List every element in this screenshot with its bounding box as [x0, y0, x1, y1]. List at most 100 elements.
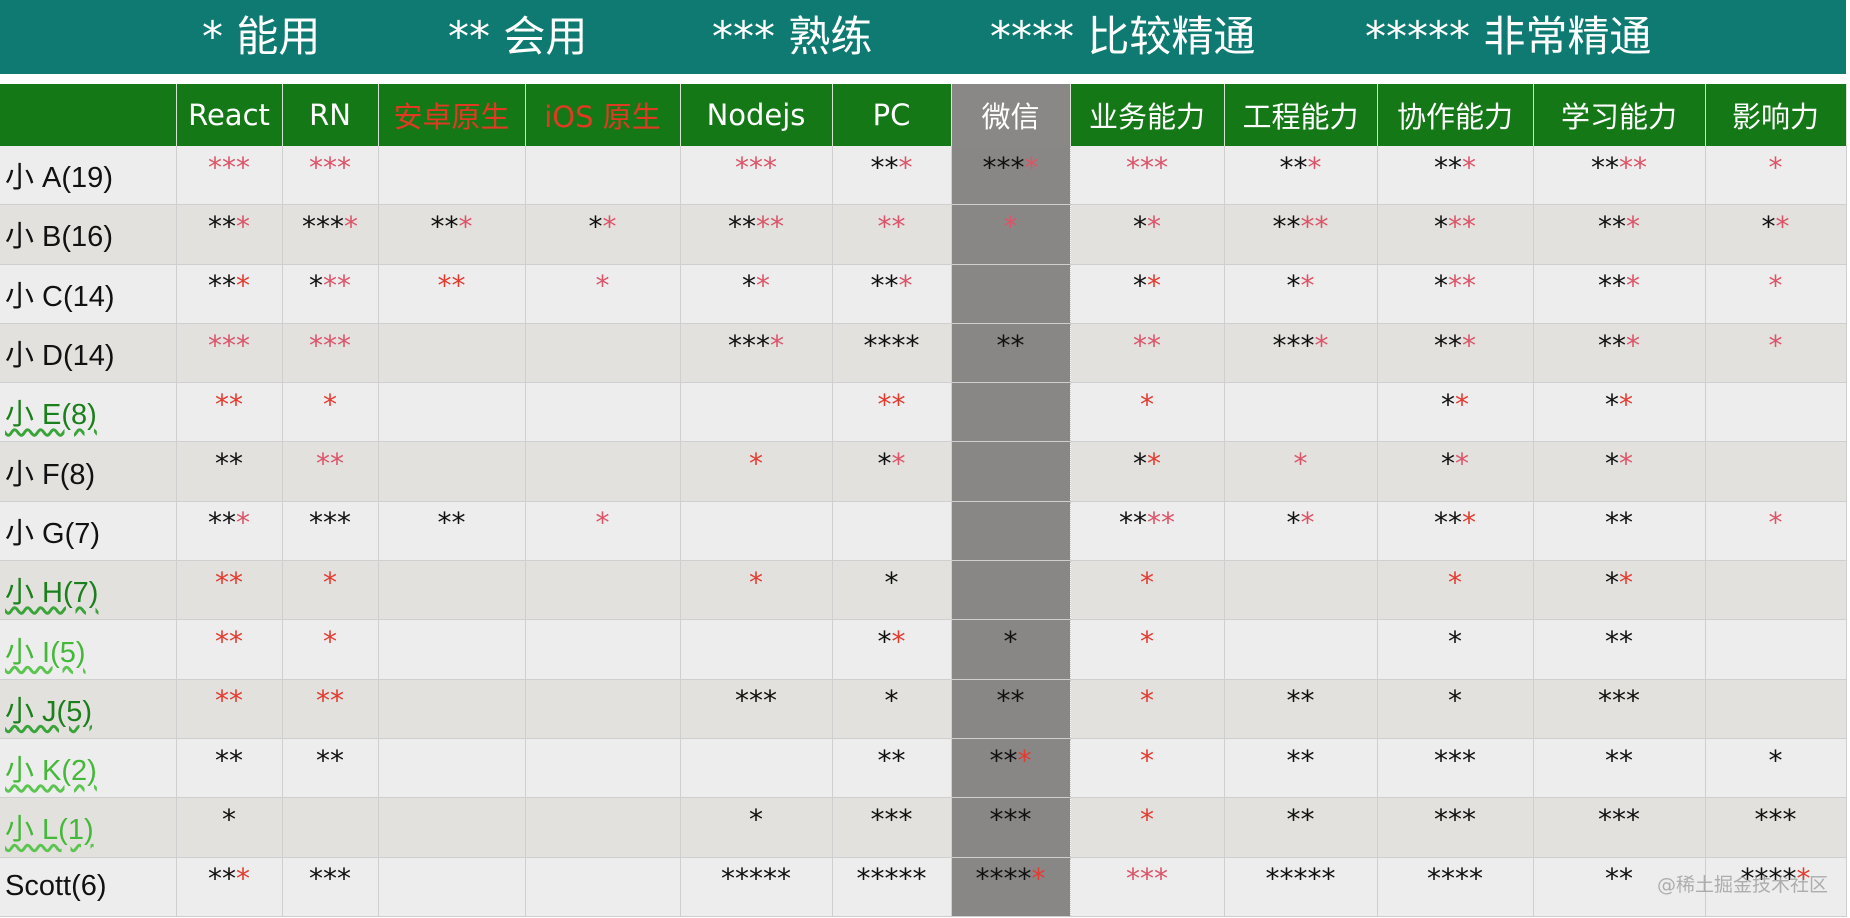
skill-rating-cell — [950, 441, 1071, 502]
column-header: 业务能力 — [1070, 84, 1225, 146]
star-icon: * — [309, 150, 323, 184]
star-rating: ***** — [721, 862, 791, 895]
skill-rating-cell: ** — [176, 441, 283, 502]
skill-rating-cell: * — [1070, 619, 1225, 680]
skill-rating-cell: * — [1070, 738, 1225, 799]
star-icon: * — [1300, 269, 1315, 303]
star-icon: * — [1314, 328, 1329, 362]
star-rating: ** — [1605, 447, 1633, 480]
skill-rating-cell — [950, 264, 1071, 324]
star-icon: * — [1455, 447, 1469, 481]
star-rating: ** — [1133, 447, 1161, 480]
table-row: 小 D(14) *** *** **** **** ** ** **** *** *** * — [0, 323, 1847, 384]
star-icon: * — [1605, 447, 1619, 481]
skill-rating-cell — [950, 560, 1071, 621]
skill-rating-cell: ***** — [680, 857, 833, 917]
star-icon: * — [1147, 269, 1161, 303]
star-icon: * — [1024, 150, 1039, 184]
star-rating: *** — [208, 862, 250, 895]
star-icon: * — [1775, 209, 1790, 243]
skill-rating-cell: **** — [680, 204, 833, 265]
star-icon: * — [898, 269, 913, 303]
star-icon: * — [229, 447, 243, 481]
star-rating: ** — [1133, 210, 1161, 243]
star-rating: **** — [1591, 151, 1647, 184]
star-rating: * — [1769, 744, 1783, 777]
star-icon: * — [337, 506, 351, 540]
skill-rating-cell: ** — [1533, 738, 1706, 799]
star-rating: * — [1140, 803, 1154, 836]
skill-rating-cell: **** — [832, 323, 952, 384]
skill-rating-cell: * — [525, 501, 681, 562]
skill-rating-cell: * — [950, 204, 1071, 265]
star-icon: * — [877, 387, 892, 421]
star-rating: ** — [1605, 566, 1633, 599]
star-icon: * — [1761, 209, 1776, 243]
star-icon: * — [1619, 150, 1633, 184]
star-icon: * — [1293, 447, 1308, 481]
skill-rating-cell: *** — [1377, 738, 1534, 799]
star-rating: * — [1769, 269, 1783, 302]
star-icon: * — [222, 150, 236, 184]
star-icon: * — [770, 328, 784, 362]
skill-rating-cell: ** — [1533, 382, 1706, 443]
person-name: 小 D(14) — [5, 340, 115, 373]
star-rating: ** — [878, 625, 906, 658]
star-rating: ***** — [976, 862, 1046, 895]
star-icon: * — [1434, 150, 1448, 184]
star-icon: * — [763, 150, 777, 184]
skill-rating-cell: ** — [176, 619, 283, 680]
star-icon: * — [337, 150, 351, 184]
skill-rating-cell: ** — [1377, 441, 1534, 502]
star-rating: * — [1769, 329, 1783, 362]
star-icon: * — [1300, 209, 1315, 243]
star-rating: ** — [997, 684, 1025, 717]
star-icon: * — [1633, 150, 1647, 184]
star-icon: * — [1462, 269, 1476, 303]
skill-rating-cell — [525, 323, 681, 384]
star-icon: * — [721, 862, 735, 896]
star-icon: * — [316, 684, 330, 718]
star-rating: * — [1140, 566, 1154, 599]
star-icon: * — [989, 743, 1004, 777]
star-rating: *** — [871, 269, 913, 302]
skill-rating-cell: *** — [282, 857, 379, 917]
star-rating: * — [885, 566, 899, 599]
star-rating: * — [1294, 447, 1308, 480]
star-rating: *** — [1126, 862, 1168, 895]
skill-rating-cell — [950, 501, 1071, 562]
star-icon: * — [884, 802, 899, 836]
star-icon: * — [1286, 209, 1301, 243]
star-icon: * — [1626, 328, 1640, 362]
skill-rating-cell — [378, 857, 526, 917]
star-icon: * — [1286, 684, 1301, 718]
star-rating: *** — [309, 506, 351, 539]
skill-rating-cell: * — [525, 264, 681, 324]
skill-rating-cell — [1224, 560, 1378, 621]
table-row: 小 A(19) *** *** *** *** **** *** *** *** **** * — [0, 146, 1847, 206]
star-icon: * — [323, 565, 337, 599]
star-rating: * — [1004, 625, 1018, 658]
star-icon: * — [1140, 862, 1154, 896]
star-icon: * — [884, 862, 899, 896]
star-icon: * — [309, 269, 323, 303]
star-icon: * — [1462, 506, 1476, 540]
skill-rating-cell: ** — [525, 204, 681, 265]
star-icon: * — [1003, 743, 1018, 777]
star-rating: * — [1140, 625, 1154, 658]
star-rating: ** — [1441, 388, 1469, 421]
column-header: iOS 原生 — [525, 84, 681, 146]
skill-rating-cell: **** — [1224, 204, 1378, 265]
skill-rating-cell — [680, 382, 833, 443]
skill-rating-cell: *** — [1224, 146, 1378, 206]
skill-rating-cell: *** — [282, 264, 379, 324]
star-rating: * — [323, 388, 337, 421]
star-icon: * — [870, 802, 885, 836]
star-icon: * — [1307, 862, 1322, 896]
star-rating: ** — [1133, 269, 1161, 302]
star-rating: * — [749, 803, 763, 836]
skill-rating-cell: ** — [176, 738, 283, 799]
star-icon: * — [1605, 565, 1619, 599]
star-icon: * — [742, 209, 756, 243]
star-icon: * — [222, 328, 236, 362]
